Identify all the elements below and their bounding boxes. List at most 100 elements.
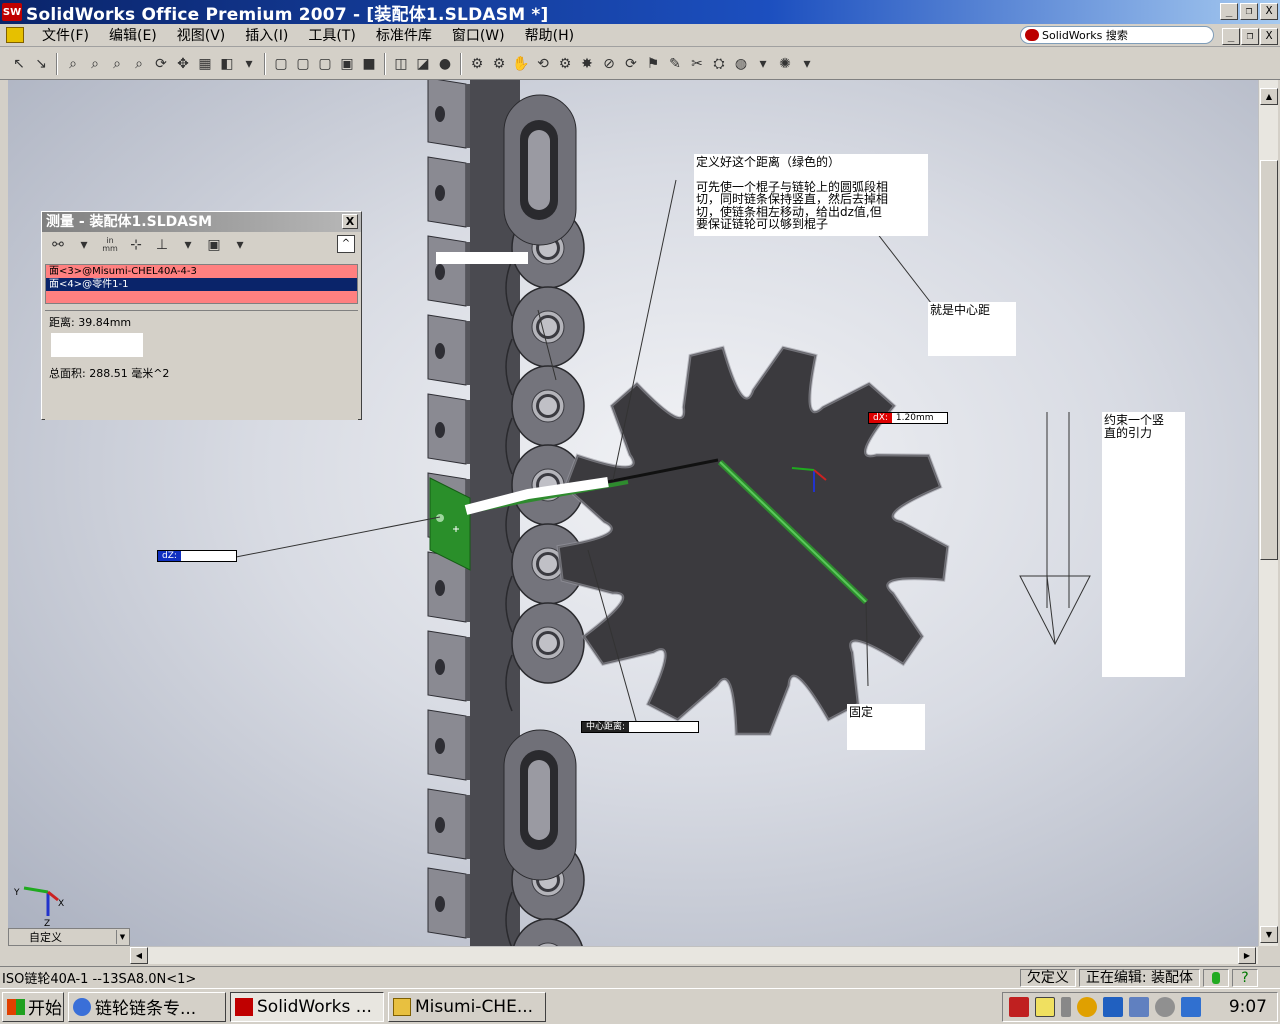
document-icon[interactable]	[6, 27, 24, 43]
horizontal-scrollbar[interactable]: ◀ ▶	[130, 946, 1258, 964]
features-icon[interactable]: ✎	[665, 54, 685, 74]
zoom-in-out-icon[interactable]: ⌕	[107, 54, 127, 74]
measure-dialog[interactable]: 测量 - 装配体1.SLDASM X ⚯ ▾ in mm ⊹ ⊥ ▾ ▣ ▾ ^…	[41, 211, 362, 420]
menu-help[interactable]: 帮助(H)	[515, 25, 584, 45]
task-solidworks[interactable]: SolidWorks ...	[230, 991, 384, 1022]
doc-restore-button[interactable]: ❐	[1241, 28, 1259, 45]
plugin-icon[interactable]: ✺	[775, 54, 795, 74]
move-component-icon[interactable]: ✋	[511, 54, 531, 74]
dropdown-arrow-icon[interactable]: ▾	[797, 54, 817, 74]
hidden-lines-removed-icon[interactable]: ▢	[315, 54, 335, 74]
center-distance-dimension[interactable]: 中心距离:	[581, 721, 699, 733]
dx-dimension[interactable]: dX: 1.20mm	[868, 412, 948, 424]
menu-view[interactable]: 视图(V)	[167, 25, 236, 45]
realview-icon[interactable]: ●	[435, 54, 455, 74]
volume-icon[interactable]	[1155, 997, 1175, 1017]
zoom-fit-icon[interactable]: ⌕	[63, 54, 83, 74]
view-orientation-select[interactable]: 自定义 ▼	[8, 928, 130, 946]
doc-close-button[interactable]: X	[1260, 28, 1278, 45]
insert-component-icon[interactable]: ⚙	[467, 54, 487, 74]
scroll-down-arrow[interactable]: ▼	[1260, 926, 1278, 943]
graphics-area[interactable]: Y Z X 定义好这个距离（绿色的） 可先使一个棍子与链轮上的圆弧段相 切，同时…	[8, 80, 1258, 946]
point-to-point-icon[interactable]: ⊥	[151, 235, 173, 255]
monitor-icon[interactable]	[1129, 997, 1149, 1017]
restore-button[interactable]: ❐	[1240, 3, 1258, 20]
dropdown-arrow-icon[interactable]: ▾	[73, 235, 95, 255]
scroll-up-arrow[interactable]: ▲	[1260, 88, 1278, 105]
rebuild-icon[interactable]	[1203, 968, 1229, 987]
mate-icon[interactable]: ⚙	[489, 54, 509, 74]
antivirus-icon[interactable]	[1009, 997, 1029, 1017]
task-folder[interactable]: Misumi-CHE...	[388, 991, 546, 1022]
menu-toolbox[interactable]: 标准件库	[366, 25, 442, 45]
3d-drawing-icon[interactable]: ▦	[195, 54, 215, 74]
show-xyz-icon[interactable]: ⊹	[125, 235, 147, 255]
shaded-edges-icon[interactable]: ▣	[337, 54, 357, 74]
smart-fasteners-icon[interactable]: ⚙	[555, 54, 575, 74]
interference-icon[interactable]: ⊘	[599, 54, 619, 74]
sprocket[interactable]	[556, 345, 950, 736]
measure-dialog-titlebar[interactable]: 测量 - 装配体1.SLDASM X	[42, 212, 361, 232]
assembly-scene[interactable]: Y Z X	[8, 80, 1258, 946]
photoworks-icon[interactable]: ◍	[731, 54, 751, 74]
solidworks-search-box[interactable]: SolidWorks 搜索	[1020, 26, 1214, 44]
collapse-button[interactable]: ^	[337, 235, 355, 253]
measure-icon[interactable]: ✂	[687, 54, 707, 74]
wireframe-icon[interactable]: ▢	[271, 54, 291, 74]
fixed-note[interactable]: 固定	[847, 704, 925, 750]
close-button[interactable]: X	[1260, 3, 1278, 20]
select-filter-icon[interactable]: ↘	[31, 54, 51, 74]
scroll-left-arrow[interactable]: ◀	[130, 947, 148, 964]
dropdown-arrow-icon[interactable]: ▾	[239, 54, 259, 74]
hole-wizard-icon[interactable]: ⚑	[643, 54, 663, 74]
menu-file[interactable]: 文件(F)	[32, 25, 99, 45]
task-ie-window[interactable]: 链轮链条专...	[68, 991, 226, 1022]
measure-close-button[interactable]: X	[342, 214, 358, 229]
rotate-component-icon[interactable]: ⟲	[533, 54, 553, 74]
dropdown-arrow-icon[interactable]: ▾	[229, 235, 251, 255]
zoom-selection-icon[interactable]: ⌕	[129, 54, 149, 74]
define-distance-note[interactable]: 定义好这个距离（绿色的） 可先使一个棍子与链轮上的圆弧段相 切，同时链条保持竖直…	[694, 154, 928, 236]
menu-insert[interactable]: 插入(I)	[235, 25, 298, 45]
vertical-scroll-thumb[interactable]	[1260, 160, 1278, 560]
dropdown-arrow-icon[interactable]: ▼	[116, 930, 128, 944]
zoom-area-icon[interactable]: ⌕	[85, 54, 105, 74]
help-icon[interactable]	[1035, 997, 1055, 1017]
view-orientation-icon[interactable]: ◪	[413, 54, 433, 74]
solidworks-app-icon[interactable]: SW	[2, 3, 22, 21]
hidden-lines-visible-icon[interactable]: ▢	[293, 54, 313, 74]
center-distance-note[interactable]: 就是中心距	[928, 302, 1016, 356]
scroll-right-arrow[interactable]: ▶	[1238, 947, 1256, 964]
network-icon[interactable]	[1103, 997, 1123, 1017]
select-icon[interactable]: ↖	[9, 54, 29, 74]
dropdown-arrow-icon[interactable]: ▾	[177, 235, 199, 255]
umbrella-icon[interactable]	[1077, 997, 1097, 1017]
doc-minimize-button[interactable]: _	[1222, 28, 1240, 45]
simulation-icon[interactable]: ⟳	[621, 54, 641, 74]
shaded-icon[interactable]: ■	[359, 54, 379, 74]
create-sensor-icon[interactable]: ▣	[203, 235, 225, 255]
menu-window[interactable]: 窗口(W)	[442, 25, 515, 45]
help-status-icon[interactable]: ?	[1232, 968, 1258, 987]
dropdown-arrow-icon[interactable]: ▾	[753, 54, 773, 74]
minimize-button[interactable]: _	[1220, 3, 1238, 20]
roller-chain[interactable]	[470, 80, 585, 946]
arc-circle-measure-icon[interactable]: ⚯	[47, 235, 69, 255]
pan-icon[interactable]: ✥	[173, 54, 193, 74]
explode-icon[interactable]: ✸	[577, 54, 597, 74]
units-precision-button[interactable]: in mm	[99, 235, 121, 255]
selection-list[interactable]: 面<3>@Misumi-CHEL40A-4-3 面<4>@零件1-1	[45, 264, 358, 304]
gravity-note[interactable]: 约束一个竖 直的引力	[1102, 412, 1185, 677]
menu-tools[interactable]: 工具(T)	[298, 25, 365, 45]
rotate-icon[interactable]: ⟳	[151, 54, 171, 74]
start-button[interactable]: 开始	[2, 991, 64, 1022]
input-method-icon[interactable]	[1181, 997, 1201, 1017]
selection-item[interactable]: 面<3>@Misumi-CHEL40A-4-3	[46, 265, 357, 278]
selection-item[interactable]: 面<4>@零件1-1	[46, 278, 357, 291]
dz-dimension[interactable]: dZ:	[157, 550, 237, 562]
arrows-icon[interactable]	[1061, 997, 1071, 1017]
mass-properties-icon[interactable]: ⛭	[709, 54, 729, 74]
vertical-scrollbar[interactable]: ▲ ▼	[1258, 80, 1278, 946]
section-view-icon[interactable]: ◫	[391, 54, 411, 74]
menu-edit[interactable]: 编辑(E)	[99, 25, 167, 45]
